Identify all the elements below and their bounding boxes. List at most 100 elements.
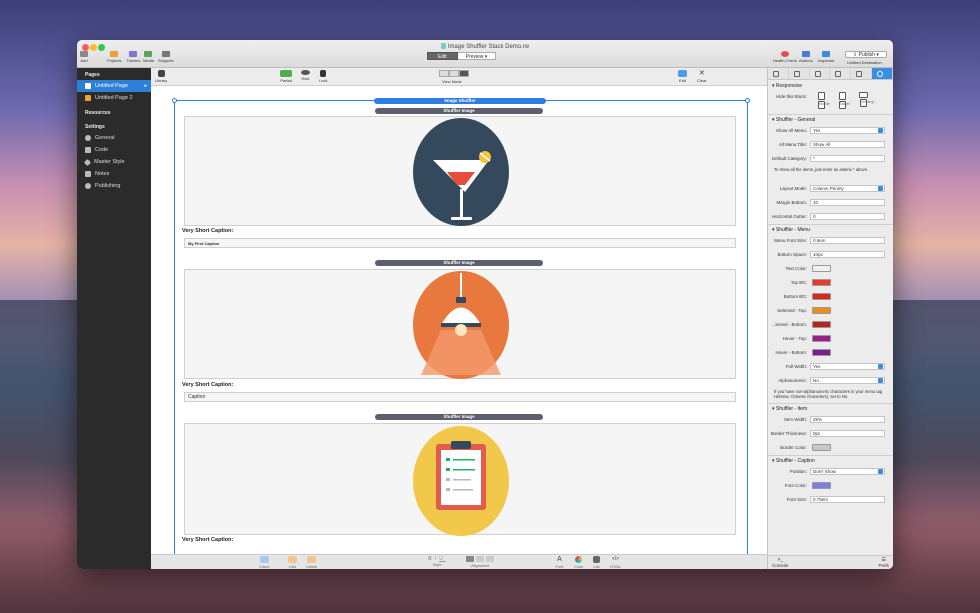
item-width-input[interactable]: 25%: [810, 415, 885, 423]
shuffler-image-label[interactable]: Shuffler Image: [375, 108, 543, 114]
link-button[interactable]: Link: [288, 556, 297, 569]
lock-button[interactable]: Lock: [319, 70, 327, 83]
hide-tablet-toggle[interactable]: Tablet: [834, 92, 850, 110]
snippets-button[interactable]: Snippets: [158, 51, 174, 63]
shuffler-image-label[interactable]: Shuffler Image: [375, 414, 543, 420]
hide-button[interactable]: Hide: [301, 70, 310, 81]
full-width-select[interactable]: Yes: [810, 362, 885, 370]
sidebar-item-notes[interactable]: Notes: [77, 168, 151, 180]
shuffler-image-label[interactable]: Shuffler Image: [375, 260, 543, 266]
hide-desktop-toggle[interactable]: Desktop: [855, 92, 874, 108]
border-thickness-input[interactable]: 0px: [810, 429, 885, 437]
inspector-panel: ▾ Responsive Hide this Block: Mobile Tab…: [767, 68, 893, 569]
health-check-button[interactable]: Health Check: [773, 51, 797, 63]
caption-field[interactable]: My First Caption: [184, 238, 736, 248]
hide-block-label: Hide this Block:: [776, 94, 808, 99]
prefs-button[interactable]: ☰ Prefs: [878, 557, 889, 568]
section-shuffler-general[interactable]: ▾ Shuffler - General: [768, 115, 893, 124]
sidebar-item-label: Master Style: [94, 159, 125, 165]
tab-general[interactable]: [768, 68, 789, 79]
media-button[interactable]: Media: [143, 51, 154, 63]
bottom-bg-swatch[interactable]: [812, 292, 831, 300]
resize-handle-left[interactable]: [172, 98, 177, 103]
resources-heading[interactable]: Resources: [77, 104, 151, 118]
border-color-swatch[interactable]: [812, 443, 831, 451]
resize-handle-right[interactable]: [745, 98, 750, 103]
general-tab-icon: [773, 71, 779, 77]
position-select[interactable]: Don't Show: [810, 467, 885, 475]
sidebar-item-untitled-page-2[interactable]: Untitled Page 2: [77, 92, 151, 104]
sidebar-item-general[interactable]: General: [77, 132, 151, 144]
chevron-down-icon: [878, 377, 883, 383]
view-mode-tablet[interactable]: [449, 70, 459, 77]
default-category-input[interactable]: *: [810, 155, 885, 162]
all-menu-title-input[interactable]: Show All: [810, 141, 885, 148]
align-center-button[interactable]: [476, 556, 484, 562]
themes-button[interactable]: Themes: [126, 51, 140, 63]
publish-button[interactable]: ⇪ Publish ▾: [845, 51, 887, 58]
tab-header[interactable]: [810, 68, 831, 79]
image-shuffler-stack-label[interactable]: Image Shuffler: [374, 98, 546, 104]
tab-stack-settings[interactable]: [872, 68, 893, 79]
unlink-button[interactable]: Unlink: [306, 556, 317, 569]
selected-bottom-swatch[interactable]: [812, 320, 831, 328]
show-all-menu-select[interactable]: Yes: [810, 127, 885, 134]
addons-label: Addons: [799, 58, 813, 63]
horizontal-gutter-input[interactable]: 0: [810, 212, 885, 220]
themes-icon: [129, 51, 138, 57]
shuffler-image-frame[interactable]: [184, 269, 736, 379]
addons-button[interactable]: Addons: [799, 51, 813, 63]
color-button[interactable]: Color: [574, 556, 584, 569]
sidebar-item-code[interactable]: Code: [77, 144, 151, 156]
margin-bottom-input[interactable]: 10: [810, 198, 885, 206]
caption-field[interactable]: Caption: [184, 392, 736, 402]
chevron-right-icon[interactable]: ▸: [144, 80, 147, 92]
hide-mobile-toggle[interactable]: Mobile: [813, 92, 830, 110]
default-category-row: Default Category: *: [768, 152, 893, 166]
bottom-space-input[interactable]: 10px: [810, 250, 885, 258]
section-shuffler-item[interactable]: ▾ Shuffler - Item: [768, 404, 893, 413]
sidebar-item-master-style[interactable]: Master Style: [77, 156, 151, 168]
top-bg-swatch[interactable]: [812, 278, 831, 286]
section-responsive[interactable]: ▾ Responsive: [768, 81, 893, 90]
clear-button[interactable]: ✕ Clear: [697, 70, 707, 83]
align-right-button[interactable]: [486, 556, 494, 562]
section-shuffler-menu[interactable]: ▾ Shuffler - Menu: [768, 225, 893, 234]
editor-canvas[interactable]: Image Shuffler Shuffler Image Very Short…: [151, 86, 767, 554]
hover-top-swatch[interactable]: [812, 334, 831, 342]
layout-mode-select[interactable]: Column Priority: [810, 184, 885, 192]
selected-top-swatch[interactable]: [812, 306, 831, 314]
sidebar-item-untitled-page[interactable]: Untitled Page ▸: [77, 80, 151, 92]
font-size-input[interactable]: 0.75em: [810, 495, 885, 503]
menu-font-size-input[interactable]: 0.6em: [810, 236, 885, 244]
position-row: Position: Don't Show: [768, 465, 893, 479]
tab-style[interactable]: [851, 68, 873, 79]
inspector-button[interactable]: Inspector: [818, 51, 834, 63]
add-button[interactable]: Add: [80, 51, 88, 63]
hover-bottom-swatch[interactable]: [812, 348, 831, 356]
alphanumeric-select[interactable]: No: [810, 376, 885, 384]
library-button[interactable]: Library: [155, 70, 167, 83]
section-shuffler-caption[interactable]: ▾ Shuffler - Caption: [768, 456, 893, 465]
edit-button[interactable]: Edit: [678, 70, 687, 83]
shuffler-image-frame[interactable]: [184, 116, 736, 226]
list-button[interactable]: List: [593, 556, 600, 569]
font-color-swatch[interactable]: [812, 481, 831, 489]
projects-button[interactable]: Projects: [107, 51, 121, 63]
shuffler-image-frame[interactable]: [184, 423, 736, 536]
tab-link[interactable]: [830, 68, 852, 79]
cloud-button[interactable]: Cloud: [259, 556, 269, 569]
edit-mode-button[interactable]: Edit: [427, 52, 458, 60]
font-button[interactable]: A Font: [555, 556, 564, 569]
view-mode-mobile[interactable]: [439, 70, 449, 77]
tab-page[interactable]: [789, 68, 810, 79]
partial-button[interactable]: Partial: [280, 70, 292, 83]
align-left-button[interactable]: [466, 556, 474, 562]
sidebar-item-publishing[interactable]: Publishing: [77, 180, 151, 192]
console-button[interactable]: >_ Console: [772, 557, 789, 568]
text-color-swatch[interactable]: [812, 264, 831, 272]
preview-mode-button[interactable]: Preview ▾: [457, 52, 497, 60]
view-mode-desktop[interactable]: [459, 70, 469, 77]
publish-destination[interactable]: Untitled Destination: [847, 60, 882, 65]
html-button[interactable]: </> HTML: [610, 556, 621, 569]
